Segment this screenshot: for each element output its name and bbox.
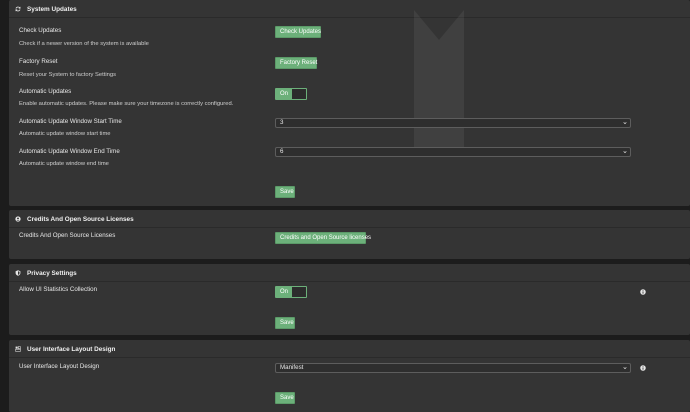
window-start-description: Automatic update window start time <box>19 131 111 137</box>
layout-icon <box>15 346 21 352</box>
system-updates-title: System Updates <box>27 5 77 13</box>
window-end-value: 6 <box>280 148 284 155</box>
privacy-header: Privacy Settings <box>9 264 690 282</box>
credits-header: Credits And Open Source Licenses <box>9 210 690 228</box>
credits-panel: Credits And Open Source Licenses Credits… <box>9 210 690 259</box>
layout-design-value: Manifest <box>280 364 304 371</box>
info-icon[interactable] <box>640 365 646 371</box>
factory-reset-description: Reset your System to factory Settings <box>19 72 116 78</box>
window-start-select[interactable]: 3 <box>275 118 631 128</box>
window-end-label: Automatic Update Window End Time <box>19 148 120 155</box>
privacy-save-button[interactable]: Save <box>275 317 295 329</box>
refresh-icon <box>15 6 21 12</box>
user-circle-icon <box>15 216 21 222</box>
system-updates-panel: System Updates Check Updates Check if a … <box>9 0 690 206</box>
toggle-on-label: On <box>276 89 292 99</box>
factory-reset-label: Factory Reset <box>19 58 58 65</box>
window-start-value: 3 <box>280 119 284 126</box>
check-updates-button[interactable]: Check Updates <box>275 26 321 38</box>
info-icon[interactable] <box>640 289 646 295</box>
statistics-collection-toggle[interactable]: On <box>275 286 307 298</box>
toggle-on-label: On <box>276 287 292 297</box>
window-end-select[interactable]: 6 <box>275 147 631 157</box>
privacy-title: Privacy Settings <box>27 269 77 277</box>
credits-button[interactable]: Credits and Open Source licenses <box>275 232 371 244</box>
watermark-graphic <box>414 10 464 150</box>
check-updates-description: Check if a newer version of the system i… <box>19 41 149 47</box>
window-start-label: Automatic Update Window Start Time <box>19 118 122 125</box>
chevron-down-icon <box>623 367 627 370</box>
layout-design-save-button[interactable]: Save <box>275 392 295 404</box>
shield-icon <box>15 270 21 276</box>
layout-design-select[interactable]: Manifest <box>275 363 631 373</box>
automatic-updates-toggle[interactable]: On <box>275 88 307 100</box>
system-updates-header: System Updates <box>9 0 690 18</box>
statistics-collection-label: Allow UI Statistics Collection <box>19 286 98 293</box>
automatic-updates-description: Enable automatic updates. Please make su… <box>19 101 234 107</box>
factory-reset-button[interactable]: Factory Reset <box>275 57 317 69</box>
check-updates-label: Check Updates <box>19 27 62 34</box>
layout-design-label: User Interface Layout Design <box>19 363 100 370</box>
layout-design-title: User Interface Layout Design <box>27 345 116 353</box>
window-end-description: Automatic update window end time <box>19 161 109 167</box>
automatic-updates-label: Automatic Updates <box>19 88 72 95</box>
credits-title: Credits And Open Source Licenses <box>27 215 134 223</box>
privacy-panel: Privacy Settings Allow UI Statistics Col… <box>9 264 690 335</box>
layout-design-panel: User Interface Layout Design User Interf… <box>9 340 690 412</box>
chevron-down-icon <box>623 122 627 125</box>
credits-label: Credits And Open Source Licenses <box>19 232 116 239</box>
chevron-down-icon <box>623 151 627 154</box>
system-updates-save-button[interactable]: Save <box>275 186 295 198</box>
layout-design-header: User Interface Layout Design <box>9 340 690 358</box>
